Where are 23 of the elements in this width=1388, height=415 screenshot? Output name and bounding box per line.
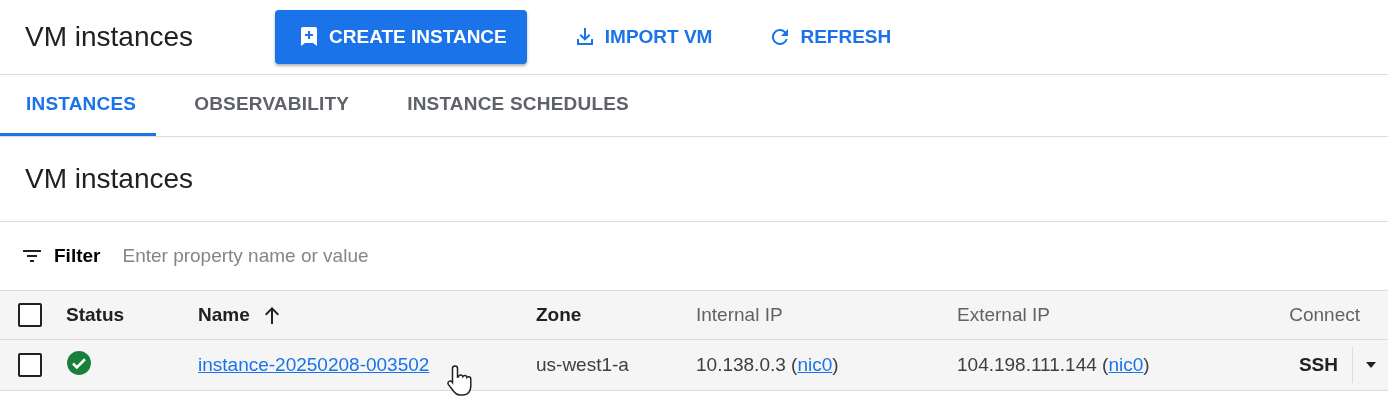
select-all-checkbox[interactable] [18, 303, 42, 327]
create-button[interactable]: CREATE INSTANCE [275, 10, 527, 64]
ip-address: 10.138.0.3 (nic0) [696, 354, 839, 375]
caret-icon [1364, 361, 1377, 369]
tab[interactable]: OBSERVABILITY [168, 75, 370, 136]
column-header[interactable]: Zone [536, 304, 582, 326]
column-header[interactable]: Internal IP [696, 304, 783, 326]
section-title: VM instances [0, 137, 1388, 222]
instance-name-link[interactable]: instance-20250208-003502 [198, 354, 430, 375]
tab[interactable]: INSTANCE SCHEDULES [381, 75, 649, 136]
row-checkbox[interactable] [18, 353, 42, 377]
ssh-button[interactable]: SSH [1284, 354, 1352, 376]
tab[interactable]: INSTANCES [0, 75, 157, 136]
zone-text: us-west1-a [536, 354, 630, 376]
refresh-button[interactable]: REFRESH [756, 10, 904, 64]
column-header: Connect [1289, 304, 1360, 326]
page-title: VM instances [25, 21, 194, 53]
ip-address: 104.198.111.144 (nic0) [957, 354, 1150, 375]
column-header[interactable]: Name [198, 304, 250, 326]
column-header[interactable]: External IP [957, 304, 1050, 326]
filter-button[interactable]: Filter [20, 244, 101, 268]
import-button[interactable]: IMPORT VM [560, 10, 725, 64]
column-header[interactable]: Status [66, 304, 125, 326]
